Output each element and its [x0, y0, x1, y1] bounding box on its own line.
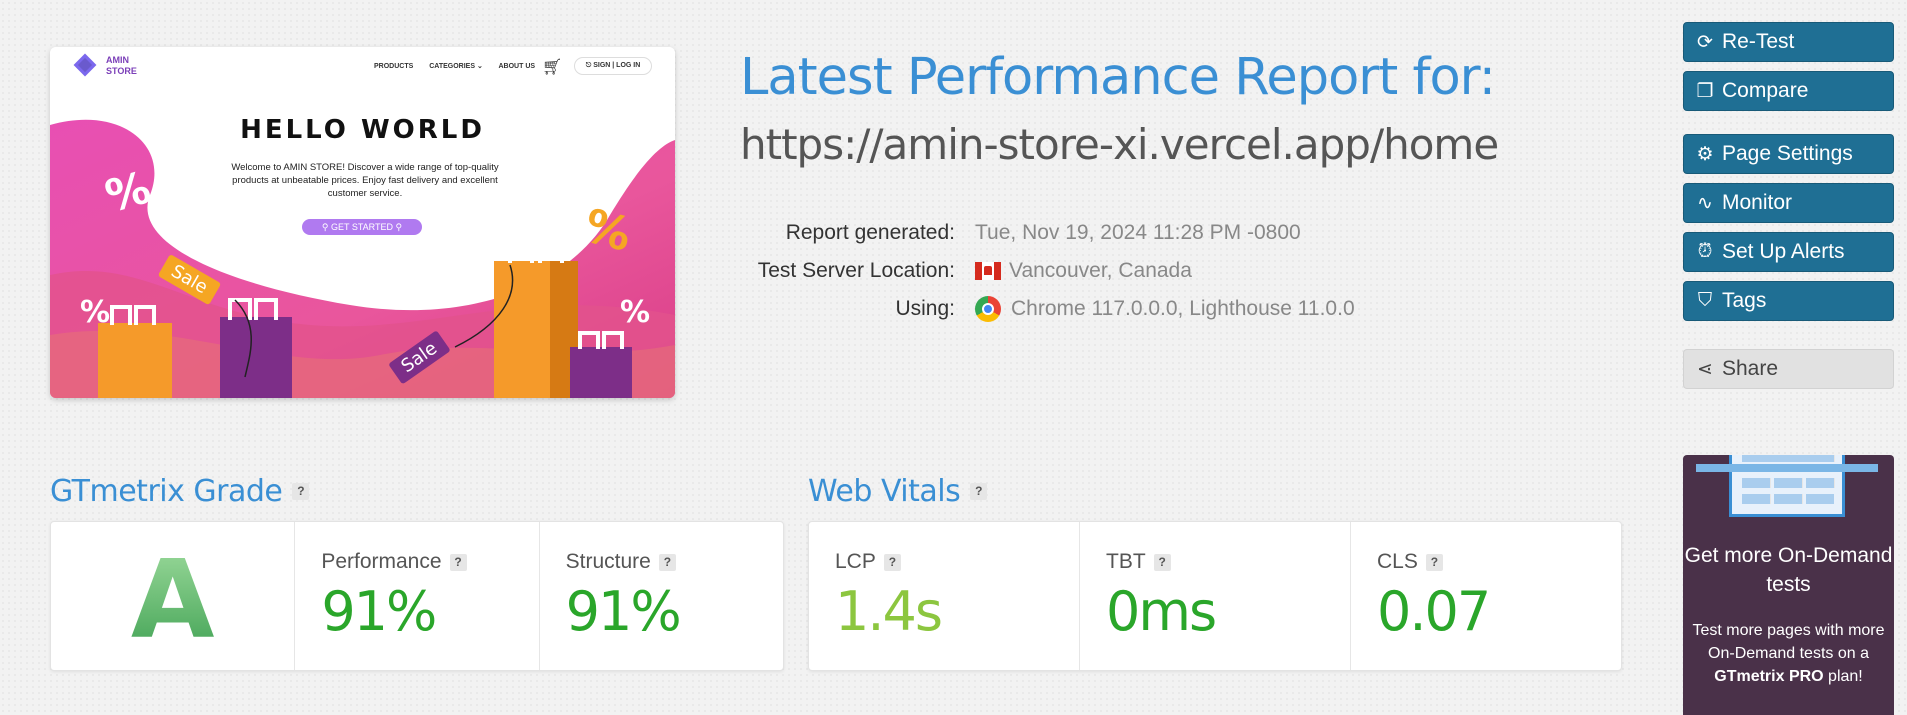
- performance-label-wrap: Performance ?: [321, 550, 467, 574]
- thumbnail-headline: HELLO WORLD: [240, 115, 485, 145]
- thumbnail-welcome-text: Welcome to AMIN STORE! Discover a wide r…: [231, 162, 499, 199]
- structure-value: 91%: [565, 580, 682, 643]
- get-started-button: ⚲ GET STARTED ⚲: [302, 219, 422, 235]
- gear-icon: ⚙: [1696, 143, 1714, 165]
- gtmetrix-grade-title-text: GTmetrix Grade: [50, 474, 283, 509]
- compare-button[interactable]: ❐ Compare: [1683, 71, 1894, 111]
- tbt-label: TBT: [1106, 550, 1146, 573]
- meta-label: Using:: [895, 297, 955, 320]
- sign-in-button: ⎋ SIGN | LOG IN: [574, 57, 652, 75]
- tbt-label-wrap: TBT ?: [1106, 550, 1171, 574]
- cls-value: 0.07: [1377, 580, 1491, 643]
- cls-label: CLS: [1377, 550, 1418, 573]
- alarm-clock-icon: ⏰︎: [1697, 241, 1713, 262]
- performance-cell: Performance ? 91%: [295, 522, 540, 670]
- gtmetrix-grade-card: A Performance ? 91% Structure ? 91%: [50, 521, 784, 671]
- retest-button[interactable]: ⟳ Re-Test: [1683, 22, 1894, 62]
- alerts-label: Set Up Alerts: [1722, 240, 1845, 263]
- monitor-label: Monitor: [1722, 191, 1793, 214]
- pulse-icon: ∿: [1697, 192, 1713, 214]
- percent-decoration-icon: %: [80, 295, 111, 330]
- promo-heading: Get more On-Demand tests: [1684, 544, 1893, 596]
- tag-icon: ⛉: [1697, 290, 1713, 311]
- tbt-cell: TBT ? 0ms: [1080, 522, 1351, 670]
- nav-products: PRODUCTS: [374, 63, 414, 70]
- retest-label: Re-Test: [1722, 30, 1795, 53]
- chrome-icon: [975, 296, 1001, 322]
- report-title: Latest Performance Report for:: [740, 48, 1496, 107]
- meta-value: Chrome 117.0.0.0, Lighthouse 11.0.0: [1011, 297, 1355, 320]
- monitor-button[interactable]: ∿ Monitor: [1683, 183, 1894, 223]
- promo-card[interactable]: Get more On-Demand tests Test more pages…: [1683, 455, 1894, 715]
- help-icon[interactable]: ?: [1425, 553, 1443, 571]
- logo-line-1: AMIN: [106, 55, 129, 65]
- tags-label: Tags: [1722, 289, 1767, 312]
- meta-row-location: Test Server Location: Vancouver, Canada: [700, 252, 1355, 290]
- performance-value: 91%: [321, 580, 437, 643]
- meta-value: Tue, Nov 19, 2024 11:28 PM -0800: [975, 221, 1301, 244]
- promo-text: Test more pages with more On-Demand test…: [1691, 619, 1886, 688]
- report-illustration-icon: [1696, 455, 1878, 517]
- thumbnail-nav-links: PRODUCTS CATEGORIES ⌄ ABOUT US: [374, 62, 549, 70]
- lcp-label-wrap: LCP ?: [835, 550, 901, 574]
- nav-categories: CATEGORIES ⌄: [429, 63, 483, 70]
- lcp-cell: LCP ? 1.4s: [809, 522, 1080, 670]
- promo-text-suffix: plan!: [1823, 668, 1863, 685]
- lcp-value: 1.4s: [835, 580, 943, 643]
- share-button[interactable]: ⋖ Share: [1683, 349, 1894, 389]
- thumbnail-navbar: AMIN STORE PRODUCTS CATEGORIES ⌄ ABOUT U…: [50, 47, 675, 86]
- canada-flag-icon: [975, 262, 1001, 280]
- cart-icon: 🛒︎: [542, 59, 563, 76]
- promo-brand: GTmetrix PRO: [1714, 668, 1824, 685]
- compare-label: Compare: [1722, 79, 1809, 102]
- structure-label: Structure: [565, 550, 651, 573]
- compare-icon: ❐: [1696, 80, 1714, 102]
- meta-row-generated: Report generated: Tue, Nov 19, 2024 11:2…: [700, 214, 1355, 252]
- structure-label-wrap: Structure ?: [566, 550, 676, 574]
- logo-line-2: STORE: [106, 66, 137, 76]
- tags-button[interactable]: ⛉ Tags: [1683, 281, 1894, 321]
- meta-row-using: Using: Chrome 117.0.0.0, Lighthouse 11.0…: [700, 290, 1355, 328]
- help-icon[interactable]: ?: [658, 553, 676, 571]
- meta-value-wrap: Chrome 117.0.0.0, Lighthouse 11.0.0: [975, 296, 1355, 322]
- store-logo-icon: [73, 53, 97, 77]
- percent-decoration-icon: %: [620, 295, 651, 330]
- grade-letter-cell: A: [51, 522, 296, 670]
- help-icon[interactable]: ?: [1153, 553, 1171, 571]
- meta-label: Test Server Location:: [757, 259, 955, 282]
- performance-label: Performance: [321, 550, 442, 573]
- meta-value: Vancouver, Canada: [1009, 259, 1192, 282]
- lcp-label: LCP: [835, 550, 876, 573]
- report-meta: Report generated: Tue, Nov 19, 2024 11:2…: [700, 214, 1355, 328]
- meta-value-wrap: Vancouver, Canada: [975, 259, 1192, 283]
- page-screenshot-thumbnail: AMIN STORE PRODUCTS CATEGORIES ⌄ ABOUT U…: [50, 47, 675, 398]
- help-icon[interactable]: ?: [449, 553, 467, 571]
- web-vitals-title-text: Web Vitals: [808, 474, 961, 509]
- page-settings-button[interactable]: ⚙ Page Settings: [1683, 134, 1894, 174]
- meta-label: Report generated:: [785, 221, 955, 244]
- help-icon[interactable]: ?: [883, 553, 901, 571]
- help-icon[interactable]: ?: [970, 483, 988, 500]
- tbt-value: 0ms: [1106, 580, 1217, 643]
- web-vitals-title: Web Vitals ?: [808, 474, 988, 509]
- store-logo-text: AMIN STORE: [106, 55, 137, 77]
- grade-letter: A: [51, 538, 294, 663]
- cls-cell: CLS ? 0.07: [1351, 522, 1621, 670]
- refresh-icon: ⟳: [1697, 31, 1713, 53]
- nav-about: ABOUT US: [498, 63, 536, 70]
- share-icon: ⋖: [1697, 358, 1713, 380]
- set-up-alerts-button[interactable]: ⏰︎ Set Up Alerts: [1683, 232, 1894, 272]
- structure-cell: Structure ? 91%: [540, 522, 783, 670]
- promo-text-prefix: Test more pages with more On-Demand test…: [1692, 622, 1885, 662]
- report-url[interactable]: https://amin-store-xi.vercel.app/home: [740, 120, 1499, 169]
- share-label: Share: [1722, 357, 1779, 380]
- web-vitals-card: LCP ? 1.4s TBT ? 0ms CLS ? 0.07: [808, 521, 1622, 671]
- help-icon[interactable]: ?: [292, 483, 310, 500]
- page-settings-label: Page Settings: [1722, 142, 1853, 165]
- cls-label-wrap: CLS ?: [1377, 550, 1443, 574]
- gtmetrix-grade-title: GTmetrix Grade ?: [50, 474, 310, 509]
